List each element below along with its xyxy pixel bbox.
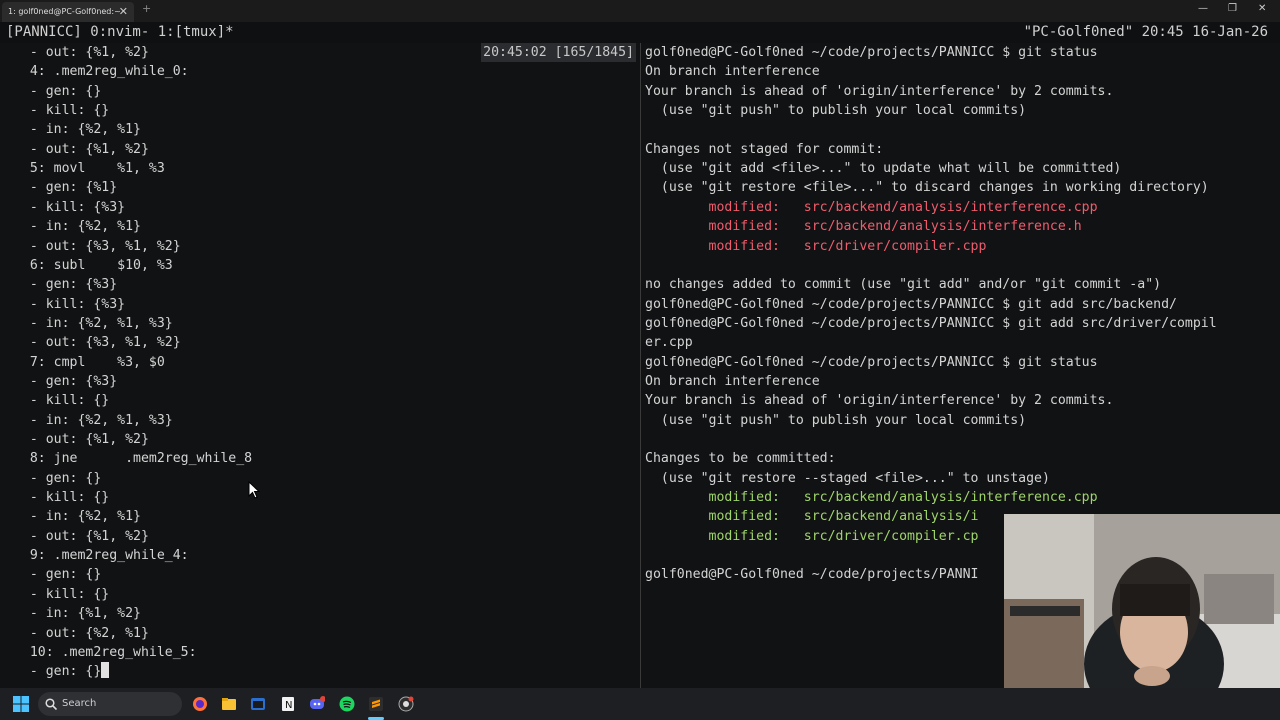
nvim-buffer-line: - gen: {}	[6, 662, 110, 681]
windows-terminal-icon[interactable]	[250, 696, 266, 712]
nvim-buffer-line: - kill: {}	[6, 393, 110, 409]
maximize-icon[interactable]: ❐	[1228, 3, 1237, 14]
nvim-buffer-line: 10: .mem2reg_while_5:	[6, 644, 197, 660]
nvim-buffer-line: - out: {%1, %2}	[6, 141, 149, 157]
nvim-buffer-line: - gen: {%1}	[6, 180, 118, 196]
nvim-buffer-line: 9: .mem2reg_while_4:	[6, 548, 189, 564]
nvim-buffer-line: 8: jne .mem2reg_while_8	[6, 451, 253, 467]
close-tab-icon[interactable]: ✕	[119, 5, 128, 18]
shell-output-line: modified: src/backend/analysis/interfere…	[645, 199, 1098, 215]
nvim-buffer-line: 6: subl $10, %3	[6, 257, 173, 273]
shell-output-line: modified: src/backend/analysis/interfere…	[645, 219, 1082, 235]
windows-start-icon[interactable]	[13, 696, 29, 712]
discord-icon[interactable]	[309, 696, 325, 712]
shell-output-line: golf0ned@PC-Golf0ned ~/code/projects/PAN…	[645, 567, 979, 583]
nvim-buffer-line: - in: {%2, %1, %3}	[6, 315, 173, 331]
nvim-buffer-line: 7: cmpl %3, $0	[6, 354, 165, 370]
shell-output-line: On branch interference	[645, 64, 820, 80]
search-placeholder: Search	[62, 698, 97, 709]
shell-output-line: (use "git add <file>..." to update what …	[645, 161, 1122, 177]
nvim-buffer-line: - gen: {}	[6, 567, 102, 583]
shell-output-line: (use "git push" to publish your local co…	[645, 412, 1027, 428]
nvim-buffer-line: - gen: {%3}	[6, 373, 118, 389]
taskbar-search-box[interactable]: Search	[38, 692, 182, 716]
text-cursor	[101, 662, 110, 679]
github-desktop-icon[interactable]	[398, 696, 414, 712]
nvim-buffer-line: - in: {%1, %2}	[6, 606, 141, 622]
firefox-icon[interactable]	[192, 696, 208, 712]
notion-icon[interactable]: N	[280, 696, 296, 712]
nvim-buffer-line: - out: {%3, %1, %2}	[6, 335, 181, 351]
webcam-feed-image	[1004, 514, 1280, 688]
webcam-overlay	[1004, 514, 1280, 688]
nvim-buffer-line: - kill: {%3}	[6, 296, 126, 312]
nvim-buffer-line: - out: {%1, %2}	[6, 432, 149, 447]
shell-output-line: modified: src/driver/compiler.cp	[645, 528, 979, 544]
tab-title: 1: golf0ned@PC-Golf0ned:~	[8, 7, 121, 16]
nvim-buffer-line: - kill: {%3}	[6, 199, 126, 215]
new-tab-button[interactable]: +	[142, 2, 151, 15]
spotify-icon[interactable]	[339, 696, 355, 712]
nvim-buffer-line: - in: {%2, %1}	[6, 509, 141, 525]
tmux-status-bar: [PANNICC] 0:nvim- 1:[tmux]* "PC-Golf0ned…	[0, 22, 1280, 43]
nvim-buffer-line: 5: movl %1, %3	[6, 161, 165, 177]
shell-output-line: golf0ned@PC-Golf0ned ~/code/projects/PAN…	[645, 354, 1098, 370]
nvim-buffer-line: - out: {%1, %2}	[6, 528, 149, 544]
shell-output-line: Changes not staged for commit:	[645, 141, 884, 157]
shell-output-line: Your branch is ahead of 'origin/interfer…	[645, 83, 1114, 99]
shell-output-line: On branch interference	[645, 373, 820, 389]
shell-output-line: golf0ned@PC-Golf0ned ~/code/projects/PAN…	[645, 296, 1177, 312]
shell-output-line: (use "git restore <file>..." to discard …	[645, 180, 1209, 196]
svg-text:N: N	[285, 700, 292, 711]
shell-output-line: no changes added to commit (use "git add…	[645, 277, 1162, 293]
nvim-buffer-line: - in: {%2, %1, %3}	[6, 412, 173, 428]
nvim-pane[interactable]: 20:45:02 [165/1845] - out: {%1, %2} 4: .…	[0, 43, 640, 688]
tmux-session-windows: [PANNICC] 0:nvim- 1:[tmux]*	[6, 24, 234, 40]
nvim-buffer-line: - gen: {%3}	[6, 277, 118, 293]
shell-output-line: Your branch is ahead of 'origin/interfer…	[645, 393, 1114, 409]
sublime-text-icon[interactable]	[368, 696, 384, 712]
shell-output-line: (use "git push" to publish your local co…	[645, 103, 1027, 119]
nvim-buffer-line: 4: .mem2reg_while_0:	[6, 64, 189, 80]
search-icon	[45, 698, 57, 710]
windows-taskbar: Search N	[0, 688, 1280, 720]
close-window-icon[interactable]: ✕	[1258, 3, 1266, 14]
shell-output-line: golf0ned@PC-Golf0ned ~/code/projects/PAN…	[645, 45, 1098, 60]
terminal-tab[interactable]: 1: golf0ned@PC-Golf0ned:~ ✕	[2, 2, 134, 22]
shell-output-line: modified: src/driver/compiler.cpp	[645, 238, 987, 254]
nvim-buffer-line: - out: {%2, %1}	[6, 625, 149, 641]
nvim-buffer-line: - gen: {}	[6, 470, 102, 486]
nvim-buffer-line: - out: {%1, %2}	[6, 45, 149, 60]
shell-output-line: er.cpp	[645, 335, 693, 351]
shell-output-line: Changes to be committed:	[645, 451, 836, 467]
shell-output-line: golf0ned@PC-Golf0ned ~/code/projects/PAN…	[645, 315, 1217, 331]
mouse-pointer-icon	[248, 481, 260, 499]
minimize-icon[interactable]: —	[1198, 3, 1208, 14]
file-explorer-icon[interactable]	[221, 696, 237, 712]
window-titlebar: 1: golf0ned@PC-Golf0ned:~ ✕ + — ❐ ✕	[0, 0, 1280, 22]
nvim-buffer-line: - kill: {}	[6, 490, 110, 506]
tmux-host-clock: "PC-Golf0ned" 20:45 16-Jan-26	[1023, 24, 1268, 40]
shell-output-line: modified: src/backend/analysis/interfere…	[645, 490, 1098, 506]
nvim-buffer-line: - gen: {}	[6, 83, 102, 99]
nvim-buffer-line: - out: {%3, %1, %2}	[6, 238, 181, 254]
nvim-buffer-line: - kill: {}	[6, 586, 110, 602]
nvim-buffer-line: - in: {%2, %1}	[6, 219, 141, 235]
nvim-buffer-line: - in: {%2, %1}	[6, 122, 141, 138]
nvim-buffer-line: - kill: {}	[6, 103, 110, 119]
shell-output-line: (use "git restore --staged <file>..." to…	[645, 470, 1050, 486]
position-indicator: 20:45:02 [165/1845]	[481, 43, 636, 62]
shell-output-line: modified: src/backend/analysis/i	[645, 509, 979, 525]
